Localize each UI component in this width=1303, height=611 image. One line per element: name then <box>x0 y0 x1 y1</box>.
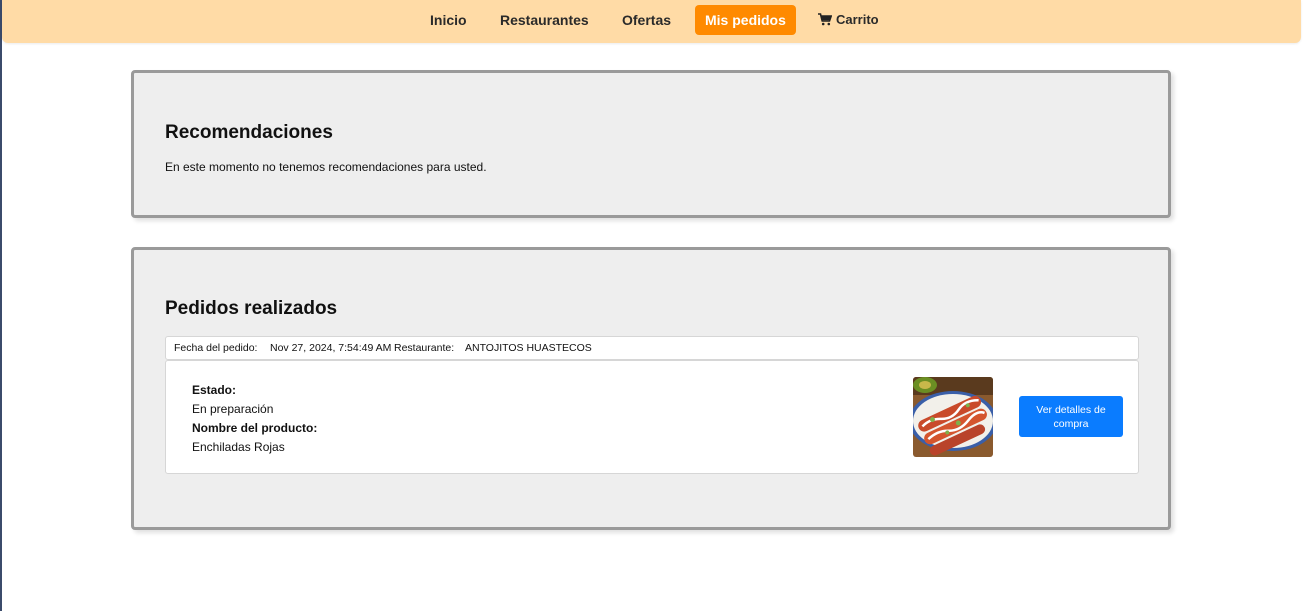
cart-icon <box>818 7 833 37</box>
view-purchase-details-button[interactable]: Ver detalles de compra <box>1019 396 1123 437</box>
top-navbar: Inicio Restaurantes Ofertas Mis pedidos … <box>2 0 1301 43</box>
nav-restaurantes[interactable]: Restaurantes <box>490 5 599 35</box>
orders-panel: Pedidos realizados Fecha del pedido: Nov… <box>131 247 1171 530</box>
order-card: Estado: En preparación Nombre del produc… <box>165 360 1139 474</box>
product-name-value: Enchiladas Rojas <box>192 440 285 454</box>
recommendations-panel: Recomendaciones En este momento no tenem… <box>131 70 1171 218</box>
nav-carrito-label: Carrito <box>836 12 879 27</box>
order-restaurant-value: ANTOJITOS HUASTECOS <box>465 342 592 354</box>
order-status-value: En preparación <box>192 402 274 416</box>
order-status-label: Estado: <box>192 383 237 397</box>
nav-ofertas[interactable]: Ofertas <box>612 5 681 35</box>
window-edge <box>0 0 2 611</box>
order-header: Fecha del pedido: Nov 27, 2024, 7:54:49 … <box>165 336 1139 360</box>
nav-mis-pedidos[interactable]: Mis pedidos <box>695 5 796 35</box>
recommendations-title: Recomendaciones <box>165 122 333 143</box>
product-image <box>913 377 993 457</box>
nav-carrito[interactable]: Carrito <box>808 5 889 35</box>
order-date-value: Nov 27, 2024, 7:54:49 AM <box>270 342 392 354</box>
recommendations-message: En este momento no tenemos recomendacion… <box>165 160 487 174</box>
order-date-label: Fecha del pedido: <box>174 342 258 354</box>
orders-title: Pedidos realizados <box>165 298 338 319</box>
order-restaurant-label: Restaurante: <box>394 342 455 354</box>
nav-inicio[interactable]: Inicio <box>420 5 477 35</box>
product-name-label: Nombre del producto: <box>192 421 318 435</box>
